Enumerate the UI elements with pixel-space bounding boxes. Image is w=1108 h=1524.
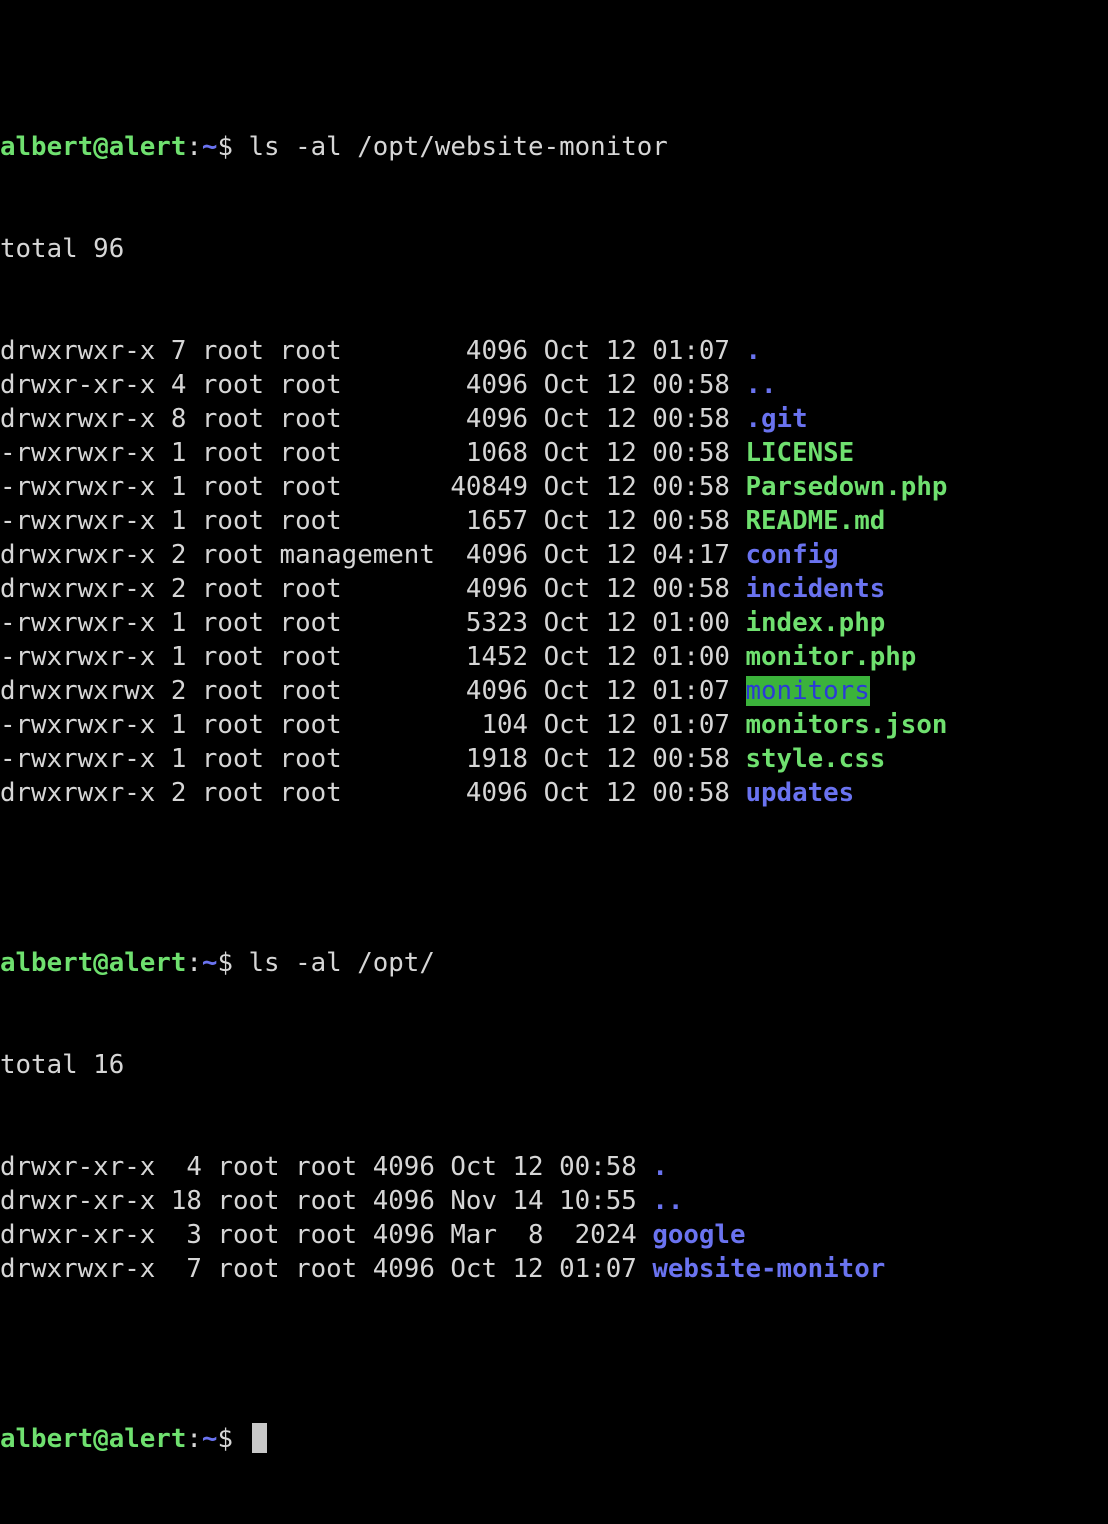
prompt-line: albert@alert:~$ ls -al /opt/ [0,946,1108,980]
listing-row: drwxr-xr-x 4 root root 4096 Oct 12 00:58… [0,1150,1108,1184]
file-metadata: drwxr-xr-x 4 root root 4096 Oct 12 00:58 [0,370,746,400]
prompt-user-host: albert@alert [0,1424,187,1454]
file-metadata: -rwxrwxr-x 1 root root 1918 Oct 12 00:58 [0,744,746,774]
listing-row: drwxr-xr-x 4 root root 4096 Oct 12 00:58… [0,368,1108,402]
listing-row: drwxrwxr-x 7 root root 4096 Oct 12 01:07… [0,1252,1108,1286]
file-name: README.md [745,506,886,536]
file-name: website-monitor [652,1254,886,1284]
file-metadata: -rwxrwxr-x 1 root root 1068 Oct 12 00:58 [0,438,746,468]
prompt-separator: : [186,132,202,162]
listing-row: drwxr-xr-x 3 root root 4096 Mar 8 2024 g… [0,1218,1108,1252]
prompt-path: ~ [201,132,218,162]
text-cursor[interactable] [251,1423,267,1453]
file-name: config [745,540,839,570]
listing-row: -rwxrwxr-x 1 root root 40849 Oct 12 00:5… [0,470,1108,504]
listing-row: drwxrwxrwx 2 root root 4096 Oct 12 01:07… [0,674,1108,708]
listing-row: -rwxrwxr-x 1 root root 1068 Oct 12 00:58… [0,436,1108,470]
listing-total: total 16 [0,1050,125,1080]
file-metadata: drwxrwxr-x 2 root root 4096 Oct 12 00:58 [0,574,746,604]
listing-row: drwxrwxr-x 8 root root 4096 Oct 12 00:58… [0,402,1108,436]
file-name: updates [745,778,855,808]
listing-row: drwxrwxr-x 2 root root 4096 Oct 12 00:58… [0,572,1108,606]
file-metadata: drwxrwxr-x 7 root root 4096 Oct 12 01:07 [0,336,746,366]
file-metadata: -rwxrwxr-x 1 root root 104 Oct 12 01:07 [0,710,746,740]
listing-row: -rwxrwxr-x 1 root root 5323 Oct 12 01:00… [0,606,1108,640]
prompt-sigil: $ [217,132,249,162]
file-name: . [652,1152,668,1182]
file-name: google [652,1220,746,1250]
file-name: style.css [745,744,886,774]
terminal-window[interactable]: albert@alert:~$ ls -al /opt/website-moni… [0,0,1108,1524]
file-name: .. [652,1186,684,1216]
file-metadata: drwxrwxr-x 2 root management 4096 Oct 12… [0,540,746,570]
file-metadata: drwxrwxrwx 2 root root 4096 Oct 12 01:07 [0,676,746,706]
file-name: .git [745,404,808,434]
file-metadata: -rwxrwxr-x 1 root root 5323 Oct 12 01:00 [0,608,746,638]
file-name: monitors.json [745,710,948,740]
listing-row: drwxrwxr-x 7 root root 4096 Oct 12 01:07… [0,334,1108,368]
command-text: ls -al /opt/website-monitor [248,132,668,162]
prompt-path: ~ [201,948,218,978]
listing-total: total 96 [0,234,125,264]
file-metadata: drwxr-xr-x 4 root root 4096 Oct 12 00:58 [0,1152,653,1182]
listing-row: drwxrwxr-x 2 root management 4096 Oct 12… [0,538,1108,572]
file-name: LICENSE [745,438,855,468]
file-name: monitors [745,676,870,706]
file-name: .. [745,370,777,400]
prompt-line: albert@alert:~$ ls -al /opt/website-moni… [0,130,1108,164]
file-metadata: drwxr-xr-x 18 root root 4096 Nov 14 10:5… [0,1186,653,1216]
listing-row: drwxrwxr-x 2 root root 4096 Oct 12 00:58… [0,776,1108,810]
prompt-user-host: albert@alert [0,132,187,162]
prompt-sigil: $ [217,948,249,978]
file-name: monitor.php [745,642,917,672]
file-name: incidents [745,574,886,604]
prompt-user-host: albert@alert [0,948,187,978]
directory-listing: drwxr-xr-x 4 root root 4096 Oct 12 00:58… [0,1150,1108,1286]
prompt-path: ~ [201,1424,218,1454]
file-metadata: drwxrwxr-x 7 root root 4096 Oct 12 01:07 [0,1254,653,1284]
directory-listing: drwxrwxr-x 7 root root 4096 Oct 12 01:07… [0,334,1108,810]
listing-row: -rwxrwxr-x 1 root root 1657 Oct 12 00:58… [0,504,1108,538]
file-name: index.php [745,608,886,638]
file-name: Parsedown.php [745,472,948,502]
listing-row: -rwxrwxr-x 1 root root 1452 Oct 12 01:00… [0,640,1108,674]
prompt-separator: : [186,948,202,978]
listing-row: -rwxrwxr-x 1 root root 104 Oct 12 01:07 … [0,708,1108,742]
prompt-separator: : [186,1424,202,1454]
listing-row: drwxr-xr-x 18 root root 4096 Nov 14 10:5… [0,1184,1108,1218]
file-metadata: -rwxrwxr-x 1 root root 1657 Oct 12 00:58 [0,506,746,536]
file-metadata: drwxrwxr-x 2 root root 4096 Oct 12 00:58 [0,778,746,808]
listing-row: -rwxrwxr-x 1 root root 1918 Oct 12 00:58… [0,742,1108,776]
file-metadata: -rwxrwxr-x 1 root root 1452 Oct 12 01:00 [0,642,746,672]
prompt-sigil: $ [217,1424,249,1454]
active-prompt-line[interactable]: albert@alert:~$ [0,1422,1108,1456]
file-metadata: drwxr-xr-x 3 root root 4096 Mar 8 2024 [0,1220,653,1250]
file-name: . [745,336,762,366]
command-text: ls -al /opt/ [248,948,435,978]
file-metadata: drwxrwxr-x 8 root root 4096 Oct 12 00:58 [0,404,746,434]
file-metadata: -rwxrwxr-x 1 root root 40849 Oct 12 00:5… [0,472,746,502]
